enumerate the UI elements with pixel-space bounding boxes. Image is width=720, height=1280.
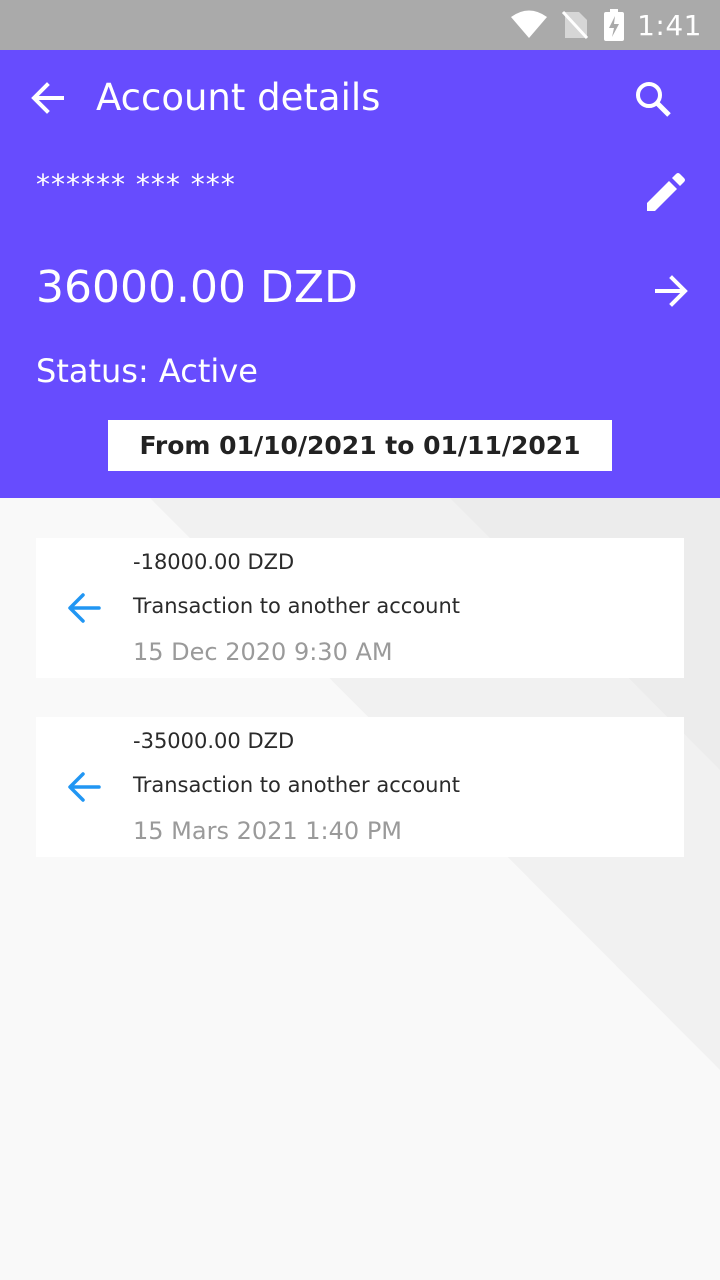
arrow-forward-icon <box>653 273 689 313</box>
transaction-amount: -18000.00 DZD <box>133 550 295 574</box>
date-range-button[interactable]: From 01/10/2021 to 01/11/2021 <box>108 420 612 471</box>
account-details-screen: 1:41 Account details ****** *** *** 3600… <box>0 0 720 1280</box>
battery-charging-icon <box>603 9 625 41</box>
transaction-amount: -35000.00 DZD <box>133 729 295 753</box>
no-sim-icon <box>561 10 589 40</box>
transaction-item[interactable]: -18000.00 DZD Transaction to another acc… <box>36 538 684 678</box>
transaction-date: 15 Dec 2020 9:30 AM <box>133 638 393 666</box>
account-status: Status: Active <box>36 352 258 390</box>
status-bar: 1:41 <box>0 0 720 50</box>
transaction-item[interactable]: -35000.00 DZD Transaction to another acc… <box>36 717 684 857</box>
forward-button[interactable] <box>646 268 696 318</box>
search-icon <box>633 79 673 123</box>
pencil-icon <box>645 173 685 217</box>
arrow-left-icon <box>64 767 104 807</box>
page-title: Account details <box>96 76 381 119</box>
back-button[interactable] <box>26 78 70 122</box>
transaction-description: Transaction to another account <box>133 773 461 797</box>
arrow-back-icon <box>30 80 66 120</box>
wifi-icon <box>511 10 548 40</box>
arrow-left-icon <box>64 588 104 628</box>
transaction-date: 15 Mars 2021 1:40 PM <box>133 817 402 845</box>
transaction-description: Transaction to another account <box>133 594 461 618</box>
status-time: 1:41 <box>637 8 702 42</box>
account-number: ****** *** *** <box>36 168 236 201</box>
account-balance: 36000.00 DZD <box>36 262 358 313</box>
search-button[interactable] <box>628 76 678 126</box>
transaction-list: -18000.00 DZD Transaction to another acc… <box>36 538 684 896</box>
account-header: Account details ****** *** *** 36000.00 … <box>0 50 720 498</box>
edit-button[interactable] <box>640 170 690 220</box>
